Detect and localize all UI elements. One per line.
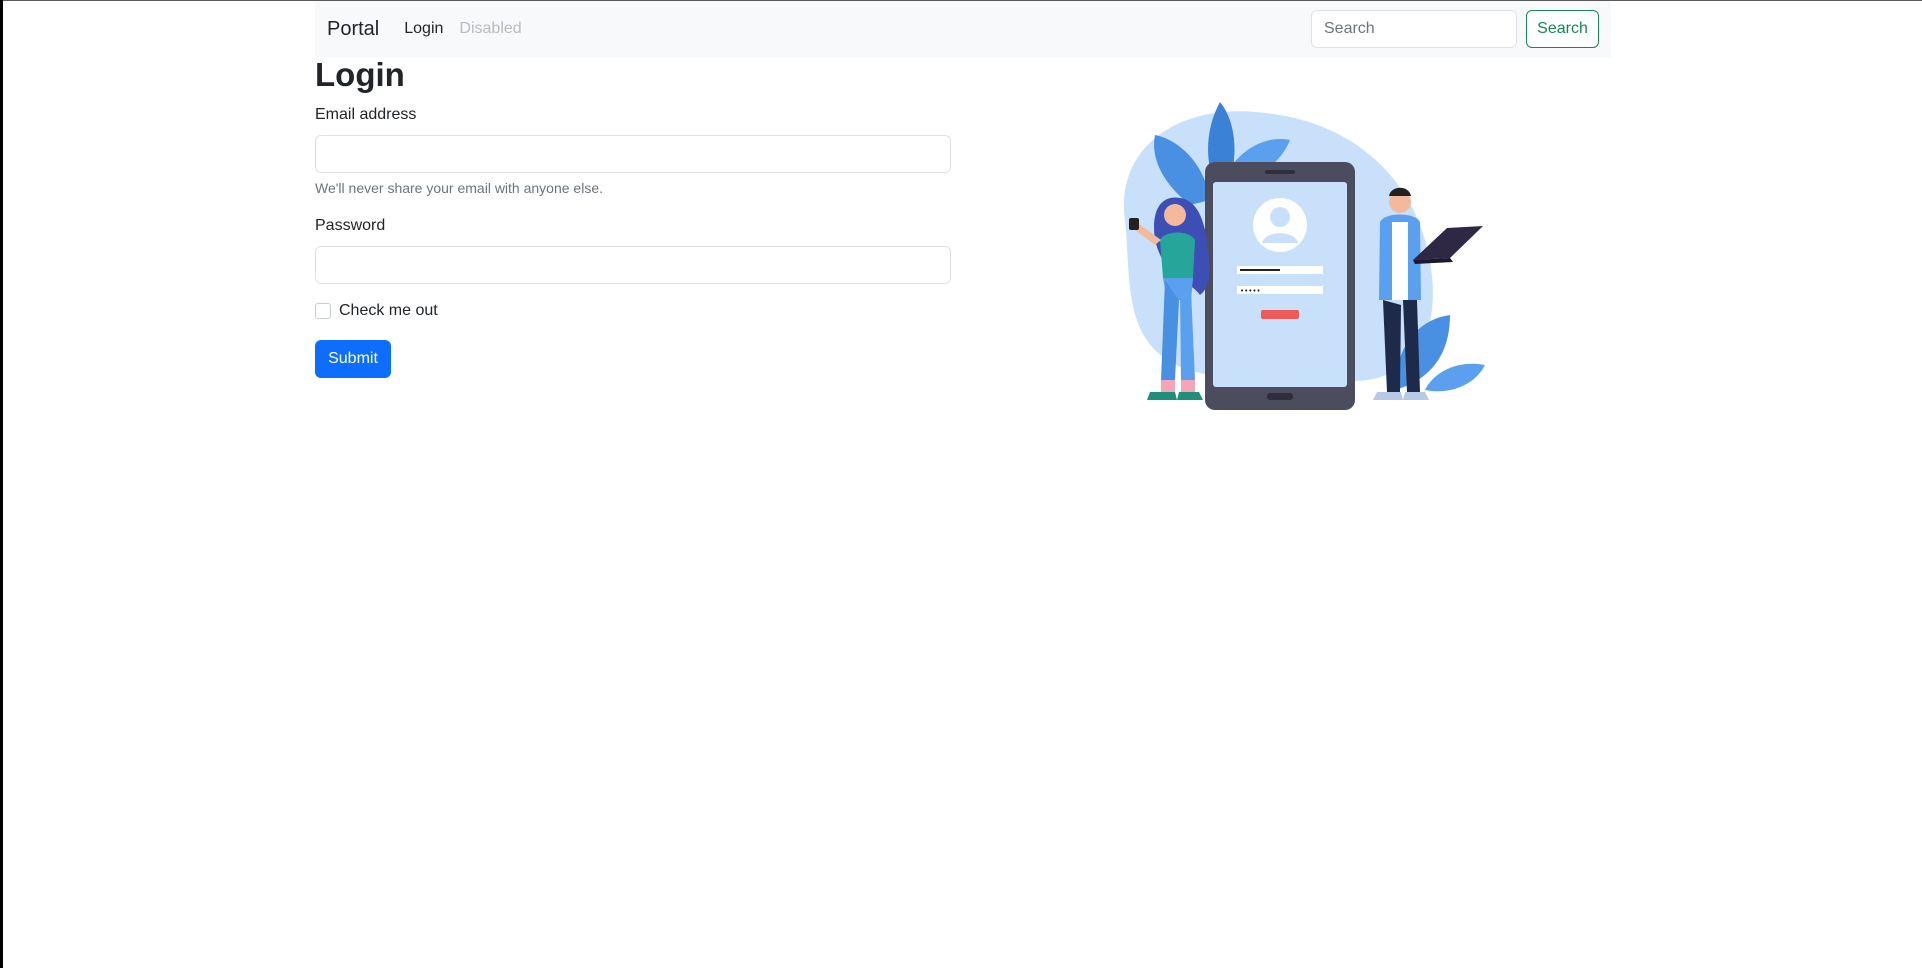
password-label: Password	[315, 217, 386, 234]
password-field[interactable]	[315, 246, 951, 284]
page-title: Login	[315, 56, 405, 93]
nav-link-login[interactable]: Login	[404, 20, 443, 38]
submit-button[interactable]: Submit	[315, 340, 391, 378]
email-label: Email address	[315, 106, 417, 123]
check-me-out-row: Check me out	[315, 302, 438, 320]
check-me-out-label[interactable]: Check me out	[339, 302, 438, 320]
email-help-text: We'll never share your email with anyone…	[315, 180, 603, 196]
login-illustration-icon: •••••	[1123, 102, 1485, 410]
check-me-out-checkbox[interactable]	[315, 303, 331, 319]
navbar-brand[interactable]: Portal	[327, 18, 379, 41]
search-input[interactable]	[1311, 10, 1517, 48]
search-button[interactable]: Search	[1526, 10, 1599, 48]
email-field[interactable]	[315, 135, 951, 173]
window-left-border	[0, 0, 3, 968]
nav-link-disabled: Disabled	[459, 20, 522, 37]
navbar: Portal Login Disabled Search	[315, 1, 1611, 57]
svg-text:•••••: •••••	[1240, 287, 1261, 295]
